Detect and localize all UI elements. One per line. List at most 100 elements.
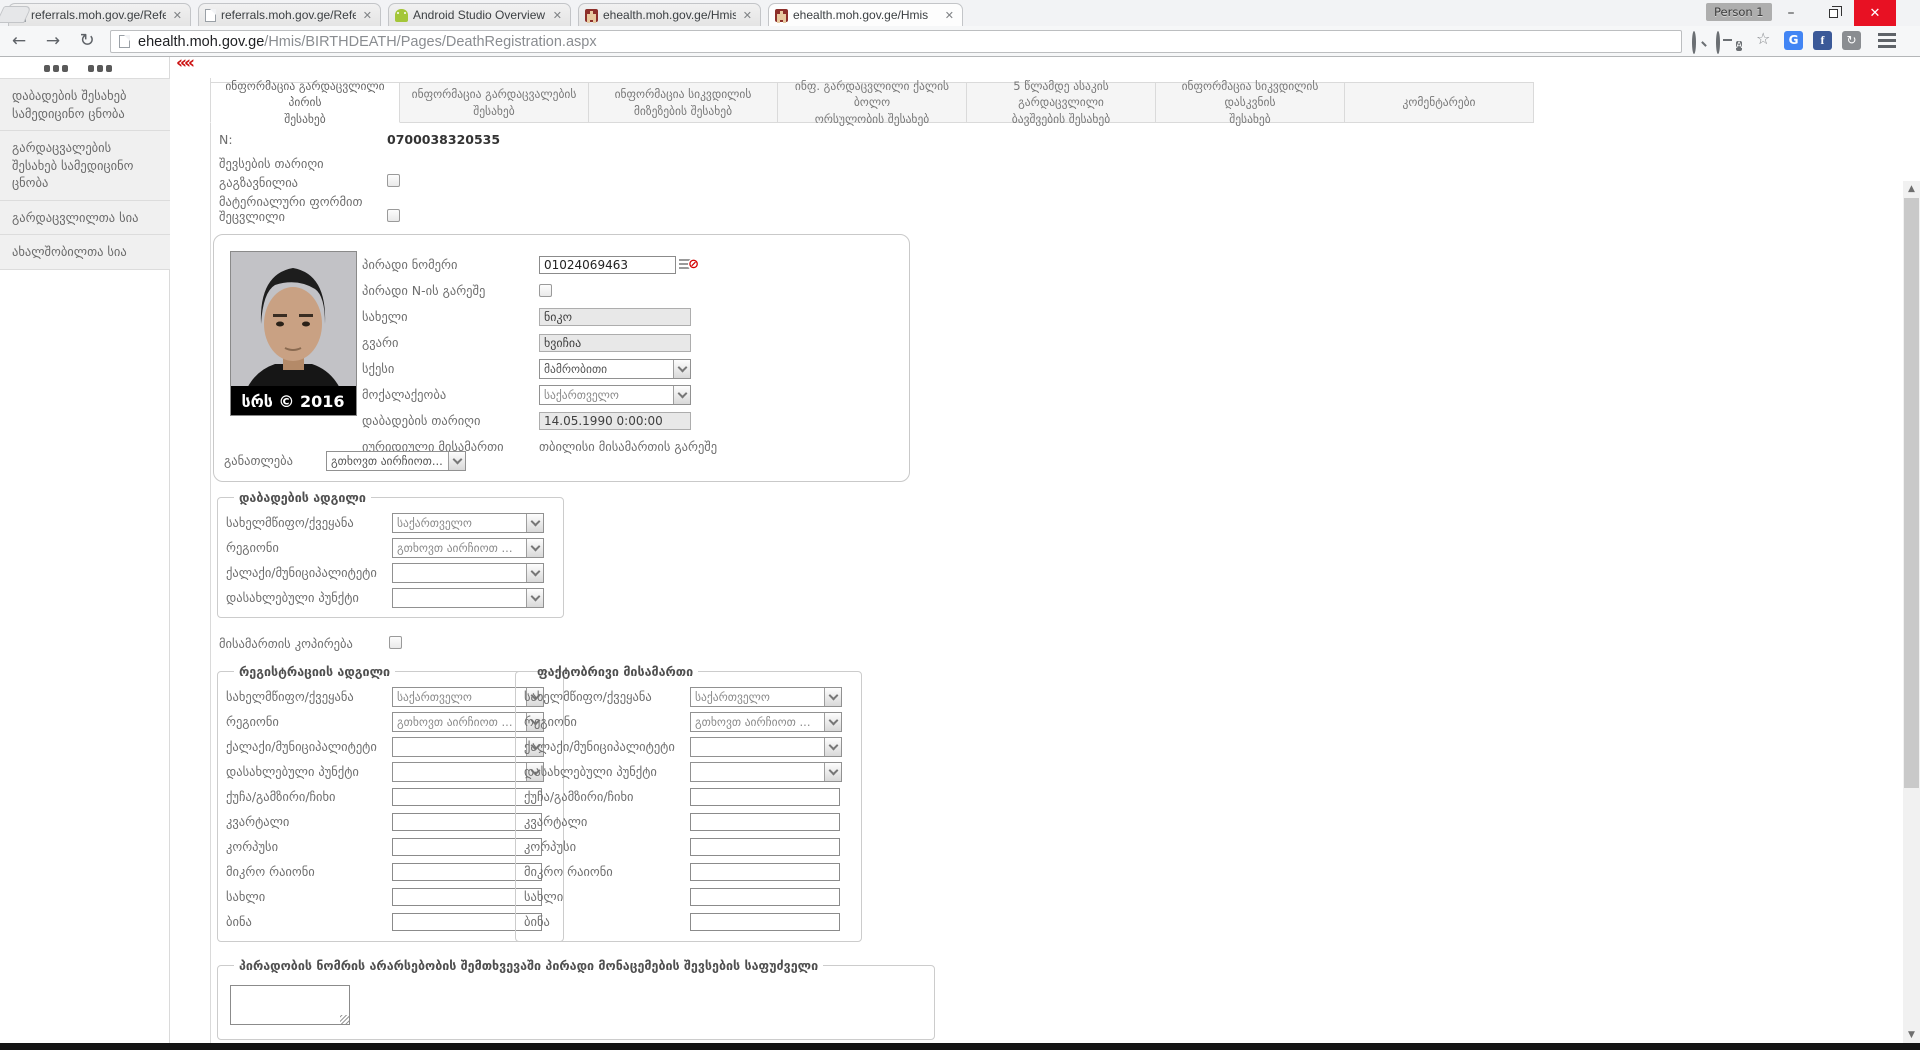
copy-address-checkbox[interactable] <box>389 636 402 649</box>
last-name-field <box>539 333 691 352</box>
building-input[interactable] <box>690 837 840 856</box>
chevron-down-icon <box>824 712 841 731</box>
settlement-row: დასახლებული პუნქტი <box>524 761 853 782</box>
registration-place-legend: რეგისტრაციის ადგილი <box>239 664 391 679</box>
tab-title: referrals.moh.gov.ge/Refe <box>221 8 356 22</box>
birth-date-row: დაბადების თარიღი <box>362 411 907 430</box>
ehealth-icon <box>775 8 788 22</box>
scroll-down-icon[interactable]: ▼ <box>1903 1027 1920 1043</box>
browser-tab-2[interactable]: referrals.moh.gov.ge/Refe ✕ <box>198 3 381 26</box>
tab-death-info[interactable]: ინფორმაცია გარდაცვალების შესახებ <box>399 82 589 123</box>
facebook-icon[interactable]: f <box>1813 31 1832 50</box>
changed-row: შეცვლილი <box>219 209 400 224</box>
sent-material-label: გაგზავნილია მატერიალური ფორმით <box>219 175 363 209</box>
chevron-down-icon <box>824 737 841 756</box>
country-select[interactable]: საქართველო <box>392 512 544 533</box>
sidebar-item-birth-certificate[interactable]: დაბადების შესახებ სამედიცინო ცნობა <box>0 78 170 130</box>
close-icon[interactable]: ✕ <box>551 9 564 22</box>
without-pn-checkbox[interactable] <box>539 284 552 297</box>
chevron-down-icon <box>673 359 690 378</box>
person-photo: სრს © 2016 <box>230 251 357 416</box>
photo-watermark: სრს © 2016 <box>241 392 344 411</box>
sidebar-menu: დაბადების შესახებ სამედიცინო ცნობა გარდა… <box>0 78 170 270</box>
region-select[interactable]: გთხოვთ აირჩიოთ ... <box>392 537 544 558</box>
country-select[interactable]: საქართველო <box>690 686 842 707</box>
back-button[interactable]: ← <box>6 29 32 53</box>
blocked-icon[interactable] <box>679 257 699 273</box>
sidebar-item-deceased-list[interactable]: გარდაცვლილთა სია <box>0 199 170 234</box>
sent-material-checkbox[interactable] <box>387 174 400 187</box>
country-row: სახელმწიფო/ქვეყანა საქართველო <box>226 512 555 533</box>
browser-tab-3[interactable]: Android Studio Overview | ✕ <box>388 3 571 26</box>
resize-grip-icon[interactable] <box>340 1015 349 1024</box>
minimize-button[interactable]: – <box>1770 0 1812 26</box>
municipality-select[interactable] <box>690 736 842 757</box>
first-name-row: სახელი <box>362 307 907 326</box>
tab-children-under-5-info[interactable]: 5 წლამდე ასაკის გარდაცვლილი ბავშვების შეს… <box>966 79 1156 126</box>
tab-title: Android Studio Overview | <box>413 8 546 22</box>
browser-tab-5-active[interactable]: ehealth.moh.gov.ge/Hmis ✕ <box>768 3 963 26</box>
collapse-icon[interactable]: «« <box>176 53 195 73</box>
key-icon[interactable] <box>1716 31 1720 54</box>
region-row: რეგიონი გთხოვთ აირჩიოთ ... <box>524 711 853 732</box>
without-pn-row: პირადი N-ის გარეშე <box>362 281 907 300</box>
birth-place-fieldset: დაბადების ადგილი სახელმწიფო/ქვეყანა საქა… <box>217 490 564 618</box>
chevron-down-icon <box>526 588 543 607</box>
changed-checkbox[interactable] <box>387 209 400 222</box>
house-input[interactable] <box>690 887 840 906</box>
copy-address-label: მისამართის კოპირება <box>219 636 353 651</box>
translate-extension-icon[interactable]: G <box>1784 31 1803 50</box>
sidebar-item-newborn-list[interactable]: ახალშობილთა სია <box>0 234 170 270</box>
chevron-down-icon <box>824 687 841 706</box>
sync-icon[interactable]: ↻ <box>1842 31 1861 50</box>
sidebar-item-death-certificate[interactable]: გარდაცვალების შესახებ სამედიცინო ცნობა <box>0 130 170 200</box>
tab-deceased-person-info[interactable]: ინფორმაცია გარდაცვლილი პირის შესახებ <box>210 79 400 126</box>
star-icon[interactable]: ☆ <box>1756 31 1770 47</box>
tab-death-conclusion-info[interactable]: ინფორმაცია სიკვდილის დასკვნის შესახებ <box>1155 79 1345 126</box>
close-icon[interactable]: ✕ <box>943 9 956 22</box>
close-icon[interactable]: ✕ <box>171 9 184 22</box>
personal-number-input[interactable] <box>539 255 676 274</box>
municipality-select[interactable] <box>392 562 544 583</box>
close-icon[interactable]: ✕ <box>741 9 754 22</box>
tab-last-pregnancy-info[interactable]: ინფ. გარდაცვლილი ქალის ბოლო ორსულობის შეს… <box>777 79 967 126</box>
changed-label: შეცვლილი <box>219 209 285 224</box>
profile-badge[interactable]: Person 1 <box>1706 3 1772 21</box>
birth-place-legend: დაბადების ადგილი <box>239 490 366 505</box>
maximize-button[interactable] <box>1812 0 1854 26</box>
window-close-button[interactable]: ✕ <box>1854 0 1896 26</box>
settlement-select[interactable] <box>690 761 842 782</box>
forward-button[interactable]: → <box>40 29 66 53</box>
browser-tab-1[interactable]: referrals.moh.gov.ge/Refe ✕ <box>8 3 191 26</box>
close-icon[interactable]: ✕ <box>361 9 374 22</box>
quarter-input[interactable] <box>690 812 840 831</box>
apartment-row: ბინა <box>524 912 853 931</box>
translate-icon[interactable]: A <box>1736 33 1743 52</box>
browser-toolbar: ← → ↻ ehealth.moh.gov.ge/Hmis/BIRTHDEATH… <box>0 26 1920 57</box>
education-select[interactable]: გთხოვთ აირჩიოთ... <box>326 450 466 471</box>
android-icon <box>395 8 408 22</box>
country-row: სახელმწიფო/ქვეყანა საქართველო <box>226 686 555 707</box>
country-row: სახელმწიფო/ქვეყანა საქართველო <box>524 686 853 707</box>
region-select[interactable]: გთხოვთ აირჩიოთ ... <box>690 711 842 732</box>
basis-textarea[interactable] <box>230 985 350 1025</box>
scrollbar-thumb[interactable] <box>1904 198 1919 788</box>
settlement-select[interactable] <box>392 587 544 608</box>
tab-comments[interactable]: კომენტარები <box>1344 82 1534 123</box>
vertical-scrollbar[interactable]: ▲ ▼ <box>1903 181 1920 1043</box>
menu-icon[interactable] <box>1878 33 1896 49</box>
citizenship-select[interactable]: საქართველო <box>539 384 691 405</box>
refresh-button[interactable]: ↻ <box>74 29 100 53</box>
search-icon[interactable] <box>1692 31 1696 54</box>
sex-select[interactable]: მამრობითი <box>539 358 691 379</box>
street-input[interactable] <box>690 787 840 806</box>
apartment-input[interactable] <box>690 912 840 931</box>
scroll-up-icon[interactable]: ▲ <box>1903 181 1920 197</box>
maximize-icon <box>1828 5 1842 18</box>
micro-district-input[interactable] <box>690 862 840 881</box>
street-row: ქუჩა/გამზირი/ჩიხი <box>524 787 853 806</box>
address-bar[interactable]: ehealth.moh.gov.ge/Hmis/BIRTHDEATH/Pages… <box>110 30 1682 53</box>
tab-death-causes-info[interactable]: ინფორმაცია სიკვდილის მიზეზების შესახებ <box>588 82 778 123</box>
browser-tab-4[interactable]: ehealth.moh.gov.ge/Hmis ✕ <box>578 3 761 26</box>
municipality-row: ქალაქი/მუნიციპალიტეტი <box>226 562 555 583</box>
